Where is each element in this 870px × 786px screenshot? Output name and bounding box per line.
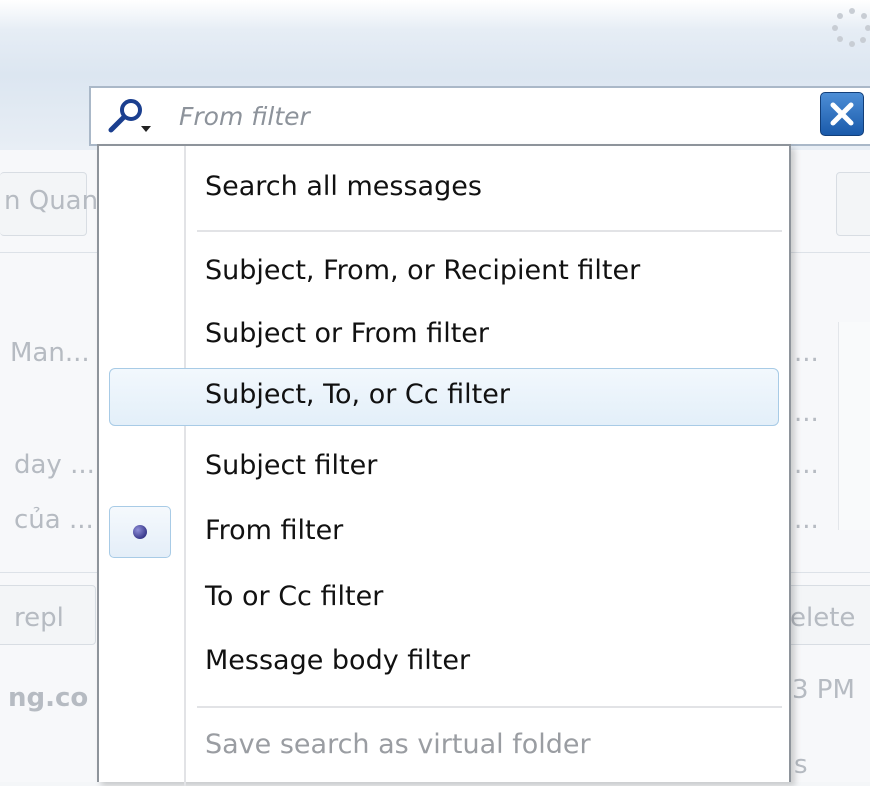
search-filter-menu: Search all messages Subject, From, or Re… (97, 144, 791, 786)
menu-item-subject-or-from-filter[interactable]: Subject or From filter (109, 307, 779, 365)
list-cell: ... (794, 338, 819, 368)
menu-separator (197, 706, 782, 708)
menu-item-to-or-cc-filter[interactable]: To or Cc filter (109, 570, 779, 628)
menu-item-subject-to-cc-filter[interactable]: Subject, To, or Cc filter (109, 368, 779, 426)
radio-dot-icon (133, 525, 147, 539)
menu-item-label: Save search as virtual folder (205, 729, 591, 760)
time-text: 3 PM (792, 675, 855, 705)
toolbar-dropdown[interactable] (836, 172, 870, 236)
list-item[interactable]: của ... (14, 505, 94, 535)
magnifier-dropdown-icon[interactable] (105, 98, 151, 134)
quick-filter-search-box[interactable]: From filter (89, 86, 870, 146)
menu-item-label: Subject, To, or Cc filter (205, 379, 510, 410)
menu-item-label: Message body filter (205, 645, 471, 676)
list-cell: ... (794, 505, 819, 535)
menu-item-subject-from-recipient-filter[interactable]: Subject, From, or Recipient filter (109, 244, 779, 302)
menu-item-label: Search all messages (205, 171, 482, 202)
menu-item-label: Subject filter (205, 450, 378, 481)
scrollbar[interactable] (838, 322, 870, 530)
toolbar-label: n Quan (4, 186, 99, 216)
list-item[interactable]: Man... (10, 338, 90, 368)
menu-item-message-body-filter[interactable]: Message body filter (109, 634, 779, 692)
menu-separator (197, 230, 782, 232)
list-item[interactable]: day ... (14, 450, 95, 480)
menu-item-label: To or Cc filter (205, 581, 384, 612)
menu-item-from-filter[interactable]: From filter (109, 504, 779, 562)
close-icon (830, 102, 854, 126)
bottom-text: s (794, 750, 808, 780)
menu-item-subject-filter[interactable]: Subject filter (109, 439, 779, 497)
list-cell: ... (794, 450, 819, 480)
menu-item-search-all-messages[interactable]: Search all messages (109, 160, 779, 218)
menu-item-label: From filter (205, 515, 344, 546)
menu-item-label: Subject or From filter (205, 318, 490, 349)
sender-text: ng.co (8, 683, 89, 713)
menu-item-save-search-as-virtual-folder: Save search as virtual folder (109, 718, 779, 776)
clear-search-button[interactable] (820, 92, 864, 136)
delete-label: elete (790, 603, 856, 633)
list-cell: ... (794, 398, 819, 428)
search-input-placeholder: From filter (179, 102, 310, 131)
selected-radio-indicator (109, 506, 171, 558)
reply-label: repl (14, 603, 64, 633)
loading-spinner-icon (832, 8, 870, 48)
menu-item-label: Subject, From, or Recipient filter (205, 255, 641, 286)
